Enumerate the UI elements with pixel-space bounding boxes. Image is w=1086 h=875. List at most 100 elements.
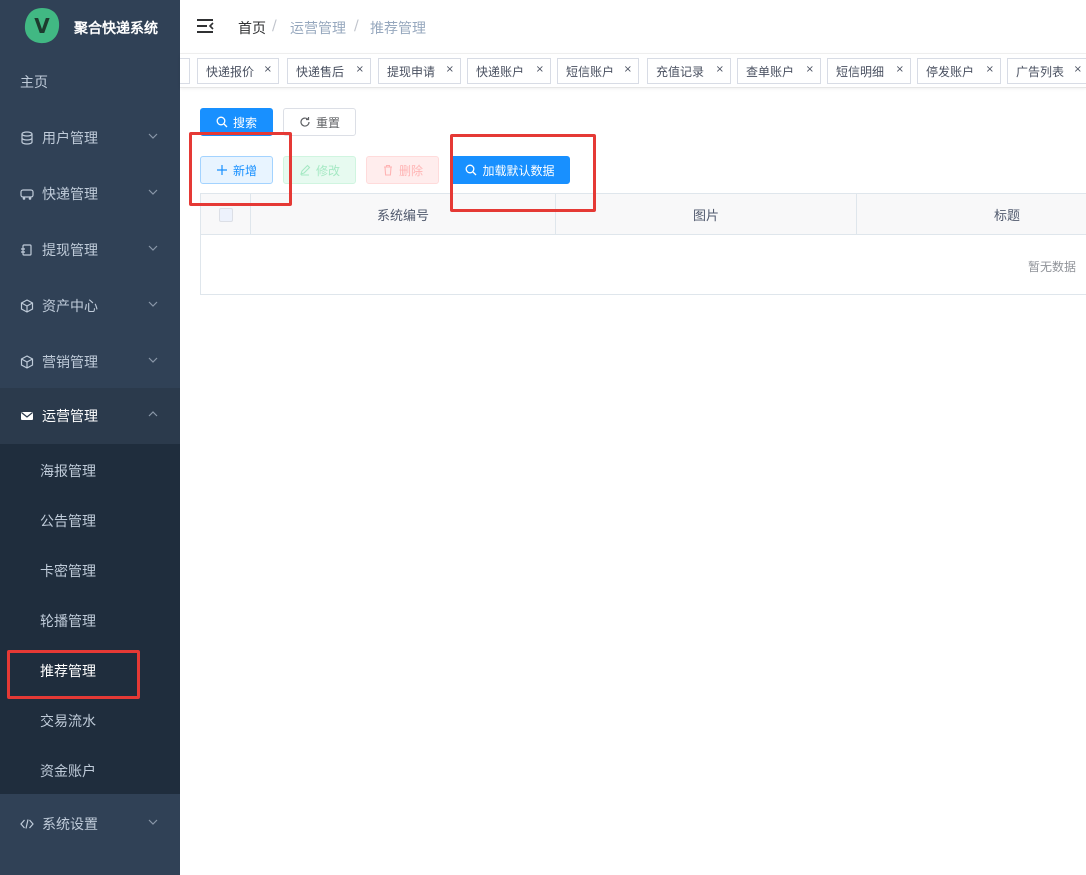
refresh-icon [300,117,310,127]
edit-button[interactable]: 修改 [283,156,356,184]
sidebar-item-system-settings[interactable]: 系统设置 [0,796,180,852]
chevron-down-icon [148,133,158,139]
sidebar-item-label: 海报管理 [40,464,96,480]
tag-label: 短信明细 [836,64,885,79]
sidebar-item-label: 资金账户 [40,764,96,780]
annotation-box [7,650,140,699]
tag-label: 快递账户 [476,64,525,79]
close-icon[interactable]: × [896,64,904,75]
breadcrumb-separator: / [354,18,359,34]
sidebar-item-label: 资产中心 [42,299,98,315]
cube-icon [20,299,34,313]
close-icon[interactable]: × [806,64,814,75]
trash-icon [383,164,392,176]
tag-label: 快递报价 [206,64,255,79]
close-icon[interactable]: × [716,64,724,75]
sidebar-item-carousel[interactable]: 轮播管理 [0,596,180,646]
chevron-down-icon [148,245,158,251]
reset-button-label: 重置 [315,115,340,130]
sidebar-item-fund-account[interactable]: 资金账户 [0,746,180,796]
sidebar-item-label: 卡密管理 [40,564,96,580]
tag-item[interactable]: 短信账户 × [557,58,639,84]
logo[interactable]: V 聚合快递系统 [0,0,180,54]
delete-button-label: 删除 [398,163,423,178]
sidebar-item-label: 用户管理 [42,131,98,147]
chevron-down-icon [148,189,158,195]
table-header: 系统编号 图片 标题 [201,194,1086,235]
tag-item[interactable]: 广告列表 × [1007,58,1086,84]
empty-text: 暂无数据 [1027,260,1076,274]
chevron-down-icon [148,819,158,825]
cube-icon [20,355,34,369]
sidebar-item-home[interactable]: 主页 [0,54,180,110]
sidebar-item-marketing-management[interactable]: 营销管理 [0,334,180,390]
sidebar-item-transactions[interactable]: 交易流水 [0,696,180,746]
truck-icon [20,189,34,200]
breadcrumb-parent: 运营管理 [290,21,346,37]
database-icon [21,131,33,145]
sidebar-item-poster[interactable]: 海报管理 [0,446,180,496]
data-table: 系统编号 图片 标题 暂无数据 [200,193,1086,295]
tag-item[interactable]: 快递账户 × [467,58,551,84]
chevron-up-icon [148,411,158,417]
sidebar-item-label: 轮播管理 [40,614,96,630]
close-icon[interactable]: × [446,64,454,75]
delete-button[interactable]: 删除 [366,156,439,184]
tag-item[interactable] [180,58,190,84]
app-title: 聚合快递系统 [74,21,158,37]
chevron-down-icon [148,301,158,307]
tag-item[interactable]: 提现申请 × [378,58,461,84]
breadcrumb-home[interactable]: 首页 [238,18,266,38]
chevron-down-icon [148,357,158,363]
sidebar-item-announcement[interactable]: 公告管理 [0,496,180,546]
column-header[interactable]: 标题 [857,194,1086,235]
close-icon[interactable]: × [536,64,544,75]
sidebar-item-label: 营销管理 [42,355,98,371]
breadcrumb-separator: / [272,18,277,34]
sidebar-item-asset-center[interactable]: 资产中心 [0,278,180,334]
sidebar-item-operations-management[interactable]: 运营管理 [0,388,180,444]
sidebar-item-user-management[interactable]: 用户管理 [0,110,180,166]
close-icon[interactable]: × [986,64,994,75]
annotation-box [450,134,596,212]
tag-item[interactable]: 短信明细 × [827,58,911,84]
search-icon [216,116,228,128]
sidebar-item-label: 运营管理 [42,409,98,425]
select-all-checkbox[interactable] [218,207,233,222]
tag-item[interactable]: 快递报价 × [197,58,279,84]
tag-label: 提现申请 [387,64,436,79]
operations-submenu: 海报管理 公告管理 卡密管理 轮播管理 推荐管理 交易流水 资金账户 [0,444,180,794]
tag-item[interactable]: 充值记录 × [647,58,731,84]
tag-item[interactable]: 停发账户 × [917,58,1001,84]
tag-label: 快递售后 [296,64,345,79]
column-header[interactable]: 图片 [556,194,857,235]
sidebar-item-label: 提现管理 [42,243,98,259]
tag-label: 广告列表 [1016,64,1065,79]
sidebar-item-express-management[interactable]: 快递管理 [0,166,180,222]
sidebar-item-label: 交易流水 [40,714,96,730]
logo-icon: V [24,8,60,44]
annotation-box [189,132,292,206]
sidebar-item-label: 主页 [20,75,48,91]
edit-button-label: 修改 [315,163,340,178]
search-button-label: 搜索 [232,115,257,130]
close-icon[interactable]: × [1074,64,1082,75]
sidebar-item-label: 快递管理 [42,187,98,203]
sidebar-item-withdraw-management[interactable]: 提现管理 [0,222,180,278]
close-icon[interactable]: × [356,64,364,75]
reset-button[interactable]: 重置 [283,108,356,136]
sidebar: V 聚合快递系统 主页 用户管理 快递管理 提现管理 资产中心 营销管理 运营管… [0,0,180,875]
tag-label: 充值记录 [656,64,705,79]
navbar: 首页 / 运营管理 / 推荐管理 [180,0,1086,54]
close-icon[interactable]: × [264,64,272,75]
hamburger-icon[interactable] [196,18,214,34]
code-icon [20,819,34,829]
tag-label: 查单账户 [746,64,795,79]
tag-label: 停发账户 [926,64,975,79]
close-icon[interactable]: × [624,64,632,75]
tag-item[interactable]: 快递售后 × [287,58,371,84]
tag-item[interactable]: 查单账户 × [737,58,821,84]
sidebar-item-card-secret[interactable]: 卡密管理 [0,546,180,596]
sidebar-item-label: 系统设置 [42,817,98,833]
edit-icon [300,164,311,176]
